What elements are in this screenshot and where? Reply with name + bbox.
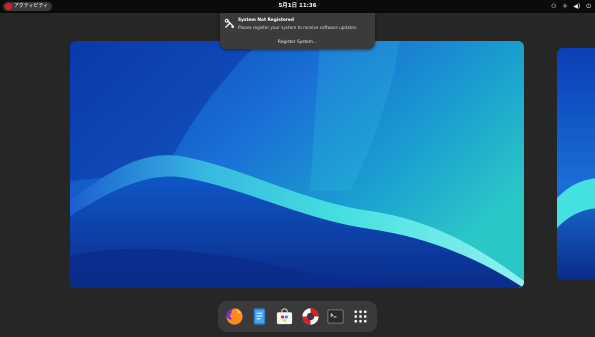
dock-item-software[interactable]: [274, 306, 295, 327]
dock-item-text-editor[interactable]: [249, 306, 270, 327]
terminal-icon: [327, 309, 344, 324]
show-apps-grid-icon: [354, 310, 367, 323]
firefox-icon: [226, 308, 243, 325]
dock: [218, 301, 377, 332]
activities-label: アクティビティ: [14, 3, 49, 9]
dock-item-help[interactable]: [300, 306, 321, 327]
activities-button[interactable]: アクティビティ: [3, 2, 53, 11]
wallpaper-image: [70, 41, 524, 288]
network-icon[interactable]: ⛗: [562, 0, 567, 13]
notification-title: System Not Registered: [238, 18, 294, 23]
system-settings-icon: [224, 18, 234, 28]
workspace-thumbnail-next[interactable]: [557, 48, 595, 280]
dock-item-firefox[interactable]: [224, 306, 245, 327]
dock-item-show-apps[interactable]: [350, 306, 371, 327]
software-store-icon: [277, 308, 293, 325]
accessibility-icon[interactable]: ⚇: [551, 0, 556, 13]
volume-icon[interactable]: ◀): [573, 0, 580, 13]
workspace-thumbnail-current[interactable]: [70, 41, 524, 288]
register-system-button[interactable]: Register System...: [260, 38, 335, 48]
text-editor-icon: [254, 308, 266, 325]
wallpaper-image: [557, 48, 595, 280]
clock[interactable]: 5月1日 11:36: [270, 0, 325, 13]
dock-item-terminal[interactable]: [325, 306, 346, 327]
power-icon[interactable]: ⏻: [586, 0, 591, 13]
help-lifebuoy-icon: [301, 308, 319, 325]
system-tray[interactable]: ⚇ ⛗ ◀) ⏻: [551, 0, 591, 13]
notification-banner[interactable]: System Not Registered Please register yo…: [220, 13, 375, 49]
top-bar: アクティビティ 5月1日 11:36 ⚇ ⛗ ◀) ⏻: [0, 0, 595, 13]
notification-body: Please register your system to receive s…: [238, 25, 358, 30]
os-logo-icon: [5, 3, 12, 10]
